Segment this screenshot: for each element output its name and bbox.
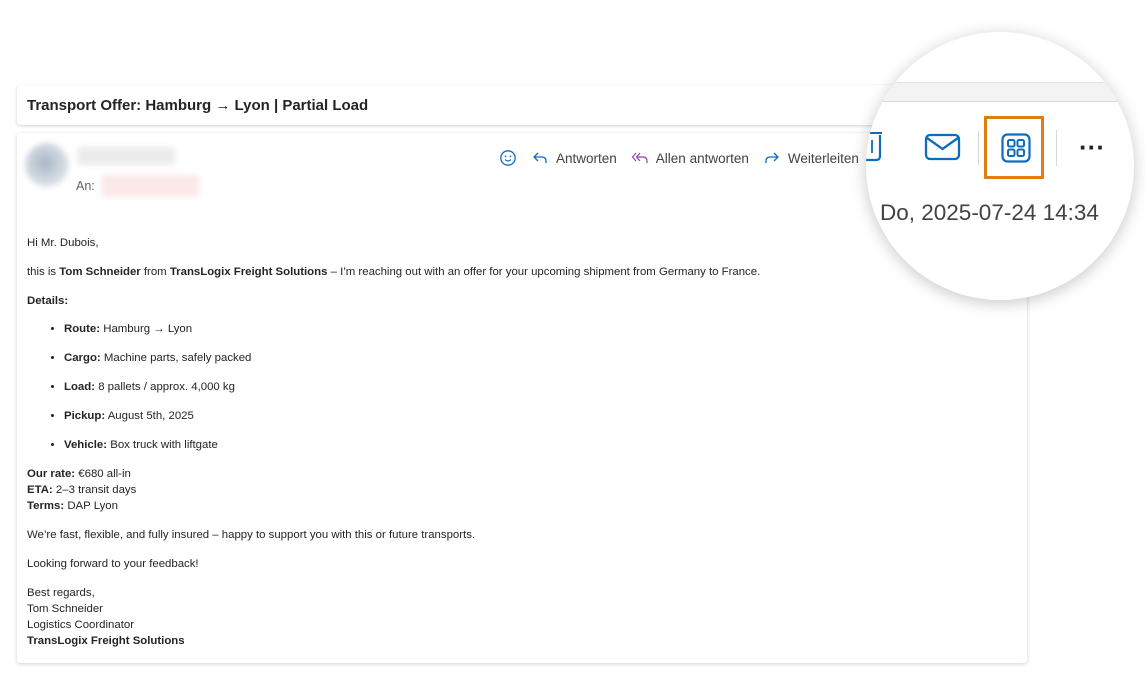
trash-icon[interactable] [866, 130, 888, 167]
signature-name: Tom Schneider [27, 603, 103, 615]
looking-forward: Looking forward to your feedback! [27, 558, 199, 570]
list-item: Route: Hamburg → Lyon [64, 321, 1017, 337]
eta-line: ETA: 2–3 transit days [27, 484, 137, 496]
regards: Best regards, [27, 587, 95, 599]
to-label: An: [76, 179, 95, 193]
forward-button[interactable]: Weiterleiten [763, 149, 859, 167]
toolbar-separator [1056, 130, 1057, 166]
reply-label: Antworten [556, 150, 617, 166]
apps-button-highlighted[interactable] [984, 116, 1044, 179]
forward-label: Weiterleiten [787, 150, 859, 166]
reply-button[interactable]: Antworten [531, 149, 617, 167]
sender-avatar [25, 143, 69, 187]
list-item: Cargo: Machine parts, safely packed [64, 350, 1017, 366]
intro-sender-name: Tom Schneider [59, 266, 141, 278]
apps-icon [1001, 133, 1031, 163]
details-list: Route: Hamburg → Lyon Cargo: Machine par… [27, 321, 1017, 453]
greeting: Hi Mr. Dubois, [27, 237, 99, 249]
intro-company: TransLogix Freight Solutions [169, 266, 328, 278]
reply-all-icon [631, 149, 649, 167]
received-date: Do, 2025-07-24 14:34 [880, 200, 1099, 225]
sender-name-redacted [77, 147, 175, 165]
details-heading: Details: [27, 295, 69, 307]
reply-all-label: Allen antworten [655, 150, 749, 166]
emoji-icon[interactable] [499, 149, 517, 167]
intro-paragraph: this is Tom Schneider from TransLogix Fr… [27, 266, 761, 278]
zoom-callout: ··· Do, 2025-07-24 14:34 [866, 32, 1134, 300]
email-body: Hi Mr. Dubois, this is Tom Schneider fro… [27, 235, 1017, 649]
closing-line: We’re fast, flexible, and fully insured … [27, 529, 476, 541]
zoom-toolbar-band [866, 82, 1134, 102]
terms-line: Terms: DAP Lyon [27, 500, 118, 512]
toolbar-separator [978, 130, 979, 166]
recipient-redacted [101, 175, 199, 197]
email-subject: Transport Offer: Hamburg → Lyon | Partia… [27, 97, 369, 114]
reply-icon [531, 149, 549, 167]
message-actions: Antworten Allen antworten Weiterleiten [499, 147, 859, 169]
list-item: Vehicle: Box truck with liftgate [64, 437, 1017, 453]
mail-icon[interactable] [924, 132, 962, 167]
rate-line: Our rate: €680 all-in [27, 468, 131, 480]
forward-icon [763, 149, 781, 167]
signature-company: TransLogix Freight Solutions [27, 635, 185, 647]
list-item: Load: 8 pallets / approx. 4,000 kg [64, 379, 1017, 395]
more-icon[interactable]: ··· [1079, 132, 1105, 163]
list-item: Pickup: August 5th, 2025 [64, 408, 1017, 424]
signature-title: Logistics Coordinator [27, 619, 134, 631]
reply-all-button[interactable]: Allen antworten [631, 149, 749, 167]
